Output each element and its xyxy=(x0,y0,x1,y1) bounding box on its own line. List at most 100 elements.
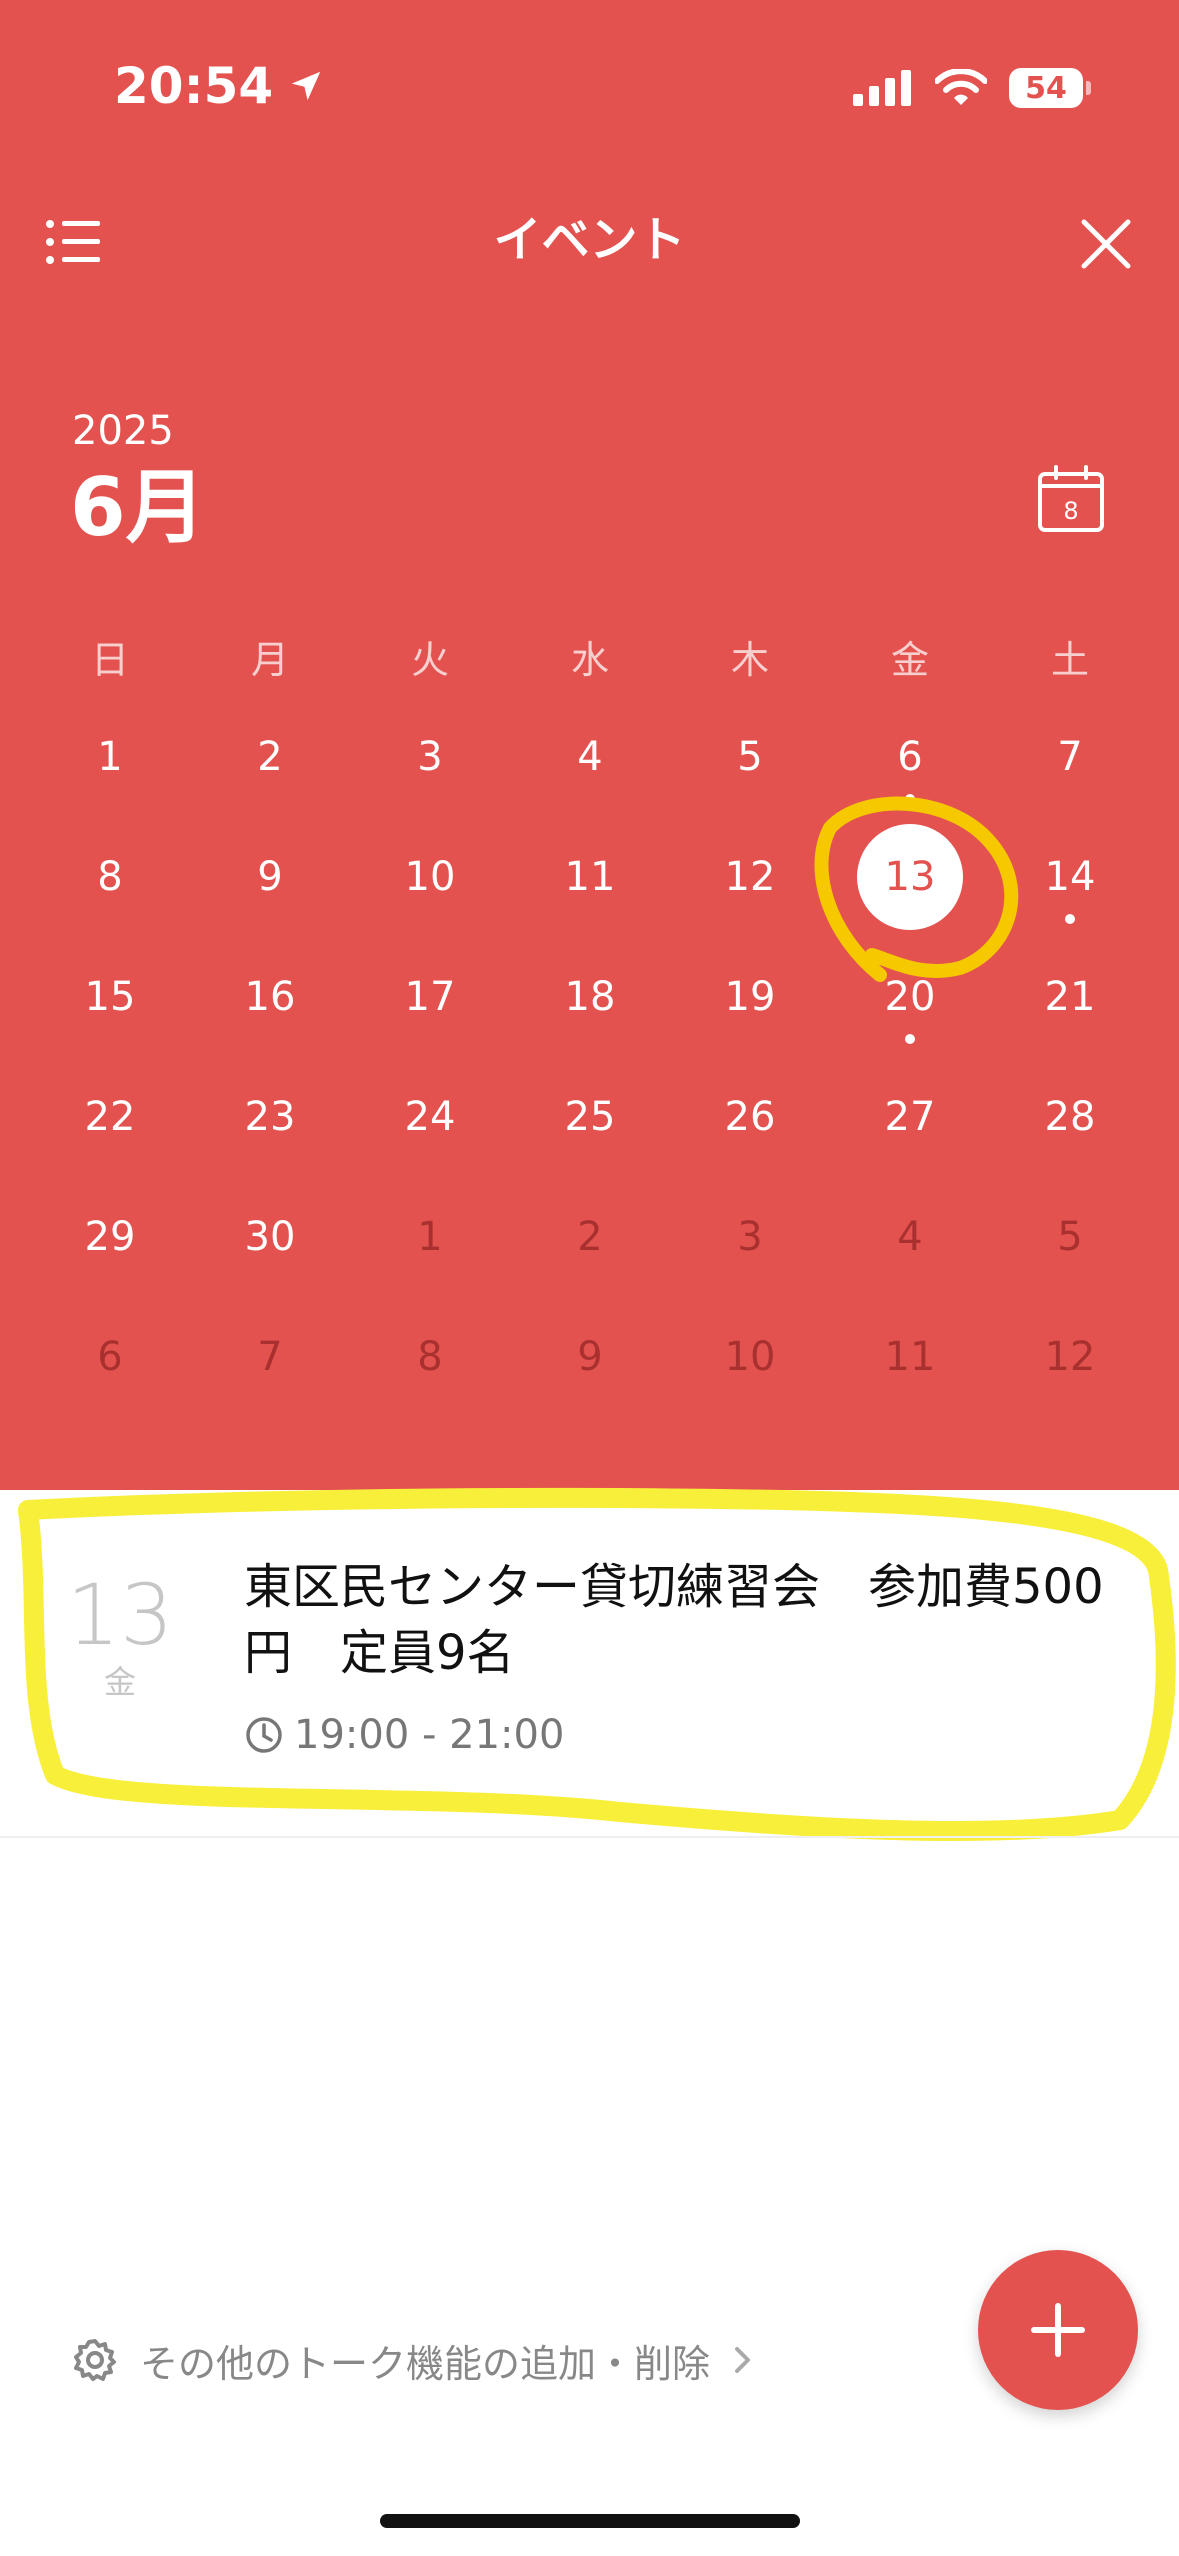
close-button[interactable] xyxy=(1078,216,1134,272)
today-button[interactable]: 8 xyxy=(1036,464,1106,534)
chevron-right-icon xyxy=(735,2347,751,2373)
event-dot xyxy=(905,794,915,804)
calendar-day-number: 27 xyxy=(884,1094,936,1140)
weekday-label: 月 xyxy=(250,638,289,682)
add-event-button[interactable] xyxy=(978,2250,1138,2410)
calendar-day[interactable]: 29 xyxy=(30,1202,190,1322)
calendar-day[interactable]: 7 xyxy=(190,1322,350,1442)
clock-icon xyxy=(246,1717,282,1753)
calendar-day[interactable]: 4 xyxy=(510,722,670,842)
calendar-day[interactable]: 25 xyxy=(510,1082,670,1202)
calendar-day-number: 2 xyxy=(257,734,283,780)
calendar-day-number: 13 xyxy=(884,854,936,900)
calendar-day[interactable]: 7 xyxy=(990,722,1150,842)
weekday-header: 日 月 火 水 木 金 土 xyxy=(30,630,1150,690)
calendar-day[interactable]: 30 xyxy=(190,1202,350,1322)
calendar-day[interactable]: 12 xyxy=(670,842,830,962)
calendar-day[interactable]: 19 xyxy=(670,962,830,1082)
calendar-day[interactable]: 9 xyxy=(510,1322,670,1442)
calendar-day[interactable]: 6 xyxy=(30,1322,190,1442)
calendar-day-number: 29 xyxy=(84,1214,136,1260)
calendar-day[interactable]: 1 xyxy=(30,722,190,842)
event-list-item[interactable]: 13 金 東区民センター貸切練習会 参加費500円 定員9名 19:00 - 2… xyxy=(0,1490,1179,1835)
calendar-day[interactable]: 24 xyxy=(350,1082,510,1202)
battery-icon: 54 xyxy=(1009,68,1091,108)
calendar-day-number: 23 xyxy=(244,1094,296,1140)
calendar-day[interactable]: 9 xyxy=(190,842,350,962)
calendar-day[interactable]: 23 xyxy=(190,1082,350,1202)
calendar-icon: 8 xyxy=(1038,465,1104,532)
calendar-day-number: 11 xyxy=(564,854,616,900)
status-indicators: 54 xyxy=(853,60,1091,116)
calendar-day[interactable]: 2 xyxy=(510,1202,670,1322)
calendar-week: 1 2 3 4 5 6 7 xyxy=(30,722,1150,842)
calendar-day[interactable]: 11 xyxy=(510,842,670,962)
calendar-day-number: 4 xyxy=(897,1214,923,1260)
calendar-day[interactable]: 15 xyxy=(30,962,190,1082)
calendar-day-number: 20 xyxy=(884,974,936,1020)
location-arrow-icon xyxy=(291,71,321,101)
calendar-day-number: 30 xyxy=(244,1214,296,1260)
calendar-day-number: 16 xyxy=(244,974,296,1020)
event-title: 東区民センター貸切練習会 参加費500円 定員9名 xyxy=(244,1559,1104,1681)
event-time-text: 19:00 - 21:00 xyxy=(294,1712,565,1758)
calendar-week: 8 9 10 11 12 13 14 xyxy=(30,824,1150,962)
calendar-day[interactable]: 11 xyxy=(830,1322,990,1442)
calendar-day[interactable]: 28 xyxy=(990,1082,1150,1202)
status-time-text: 20:54 xyxy=(114,57,274,115)
calendar-day-number: 24 xyxy=(404,1094,456,1140)
calendar-day[interactable]: 4 xyxy=(830,1202,990,1322)
calendar-day[interactable]: 3 xyxy=(670,1202,830,1322)
calendar-day[interactable]: 20 xyxy=(830,962,990,1082)
calendar-day[interactable]: 22 xyxy=(30,1082,190,1202)
calendar-day-number: 25 xyxy=(564,1094,616,1140)
divider xyxy=(0,1836,1179,1838)
calendar-day-number: 8 xyxy=(417,1334,443,1380)
calendar-year: 2025 xyxy=(72,408,174,454)
calendar-day-number: 7 xyxy=(1057,734,1083,780)
calendar-week: 22 23 24 25 26 27 28 xyxy=(30,1082,1150,1202)
calendar-day[interactable]: 18 xyxy=(510,962,670,1082)
calendar-month: 6月 xyxy=(70,461,206,554)
calendar-day[interactable]: 14 xyxy=(990,842,1150,962)
calendar-day-number: 3 xyxy=(737,1214,763,1260)
calendar-day-number: 19 xyxy=(724,974,776,1020)
calendar-day[interactable]: 5 xyxy=(670,722,830,842)
calendar-day-number: 3 xyxy=(417,734,443,780)
weekday-label: 金 xyxy=(890,638,929,682)
battery-level: 54 xyxy=(1025,70,1067,106)
calendar-day[interactable]: 2 xyxy=(190,722,350,842)
calendar-day-number: 18 xyxy=(564,974,616,1020)
weekday-label: 日 xyxy=(90,638,129,682)
calendar-day[interactable]: 5 xyxy=(990,1202,1150,1322)
calendar-day[interactable]: 21 xyxy=(990,962,1150,1082)
page-title: イベント xyxy=(493,212,686,268)
calendar-day-selected[interactable]: 13 xyxy=(830,824,990,962)
gear-icon xyxy=(74,2339,116,2381)
calendar-day-number: 10 xyxy=(404,854,456,900)
calendar-day[interactable]: 27 xyxy=(830,1082,990,1202)
calendar-day[interactable]: 17 xyxy=(350,962,510,1082)
calendar-day[interactable]: 10 xyxy=(670,1322,830,1442)
manage-features-link[interactable]: その他のトーク機能の追加・削除 xyxy=(72,2330,754,2390)
event-dot xyxy=(905,1034,915,1044)
calendar-day[interactable]: 26 xyxy=(670,1082,830,1202)
calendar-day-number: 5 xyxy=(737,734,763,780)
calendar-day[interactable]: 12 xyxy=(990,1322,1150,1442)
calendar-day[interactable]: 16 xyxy=(190,962,350,1082)
calendar-day-number: 9 xyxy=(257,854,283,900)
calendar-day[interactable]: 1 xyxy=(350,1202,510,1322)
calendar-day[interactable]: 8 xyxy=(30,842,190,962)
calendar-day-number: 17 xyxy=(404,974,456,1020)
calendar-day[interactable]: 3 xyxy=(350,722,510,842)
event-dot xyxy=(1065,914,1075,924)
calendar-day-number: 11 xyxy=(884,1334,936,1380)
calendar-day-number: 21 xyxy=(1044,974,1096,1020)
plus-icon xyxy=(1031,2303,1085,2357)
close-icon xyxy=(1081,219,1131,269)
calendar-day[interactable]: 8 xyxy=(350,1322,510,1442)
calendar-day-number: 12 xyxy=(1044,1334,1096,1380)
calendar-day[interactable]: 10 xyxy=(350,842,510,962)
calendar-week: 6 7 8 9 10 11 12 xyxy=(30,1322,1150,1442)
calendar-day-number: 9 xyxy=(577,1334,603,1380)
